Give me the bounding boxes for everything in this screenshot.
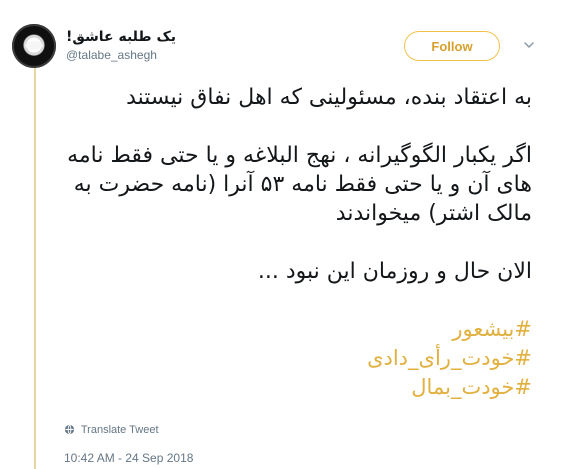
avatar-image (25, 41, 43, 50)
author-block: یک طلبه عاشق! @talabe_ashegh (66, 28, 316, 63)
tweet-line: الان حال و روزمان این نبود ... (257, 259, 532, 284)
avatar[interactable] (12, 24, 56, 68)
follow-button[interactable]: Follow (404, 31, 500, 61)
thread-line (34, 64, 36, 469)
tweet-line: اگر یکبار الگوگیرانه ، نهج البلاغه و یا … (67, 143, 532, 168)
translate-tweet-button[interactable]: Translate Tweet (64, 423, 159, 437)
hashtag-link[interactable]: #بیشعور (452, 317, 532, 341)
translate-label: Translate Tweet (80, 424, 159, 436)
tweet-text: به اعتقاد بنده، مسئولینی که اهل نفاق نیس… (67, 83, 532, 402)
globe-icon (64, 424, 75, 435)
display-name[interactable]: یک طلبه عاشق! (66, 28, 316, 46)
tweet-line: های آن و یا حتی فقط نامه ۵۳ آنرا (نامه ح… (73, 172, 532, 197)
tweet-card: یک طلبه عاشق! @talabe_ashegh Follow به ا… (0, 0, 562, 469)
hashtag-link[interactable]: #خودت_رأی_دادی (367, 346, 532, 370)
username[interactable]: @talabe_ashegh (66, 47, 316, 63)
hashtag-link[interactable]: #خودت_بمال (411, 375, 532, 399)
hashtag-list: #بیشعور #خودت_رأی_دادی #خودت_بمال (120, 315, 532, 402)
tweet-line: به اعتقاد بنده، مسئولینی که اهل نفاق نیس… (126, 85, 532, 110)
tweet-line: مالک اشتر) میخواندند (335, 201, 532, 226)
timestamp[interactable]: 10:42 AM - 24 Sep 2018 (64, 450, 193, 466)
chevron-down-icon[interactable] (522, 38, 536, 52)
